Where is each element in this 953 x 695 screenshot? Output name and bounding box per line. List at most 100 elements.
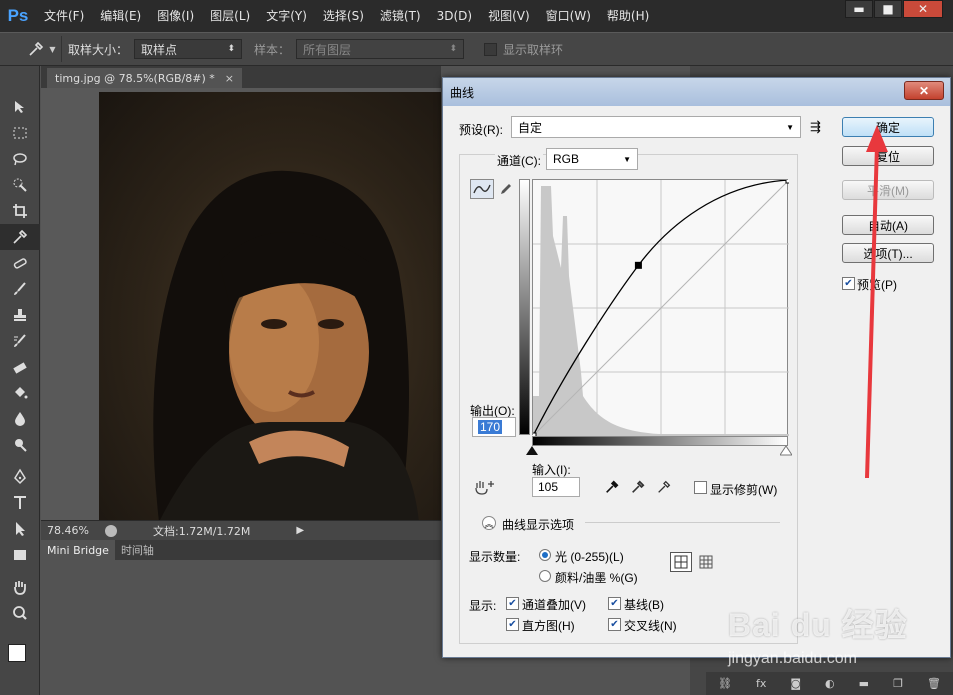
watermark-url: jingyan.baidu.com: [728, 650, 857, 667]
options-button[interactable]: 选项(T)...: [842, 243, 934, 263]
adjustment-icon[interactable]: ◐: [825, 677, 835, 690]
menu-edit[interactable]: 编辑(E): [92, 0, 149, 32]
eraser-tool[interactable]: [0, 354, 40, 380]
ok-button[interactable]: 确定: [842, 117, 934, 137]
input-field[interactable]: 105: [532, 477, 580, 497]
histogram-checkbox[interactable]: ✔: [506, 618, 519, 631]
white-eyedropper-icon[interactable]: [656, 479, 672, 495]
curve-control-point[interactable]: [785, 176, 793, 184]
brush-icon: [14, 282, 26, 295]
menu-help[interactable]: 帮助(H): [599, 0, 657, 32]
healing-icon: [13, 258, 27, 269]
menu-filter[interactable]: 滤镜(T): [372, 0, 429, 32]
tab-timeline[interactable]: 时间轴: [115, 540, 160, 560]
curve-control-point[interactable]: [634, 261, 642, 269]
maximize-button[interactable]: ■: [874, 0, 902, 18]
zoom-tool[interactable]: [0, 600, 40, 626]
on-image-adjust-icon[interactable]: [474, 478, 496, 496]
crop-tool[interactable]: [0, 198, 40, 224]
brush-tool[interactable]: [0, 276, 40, 302]
lasso-tool[interactable]: [0, 146, 40, 172]
marquee-tool[interactable]: [0, 120, 40, 146]
menu-layer[interactable]: 图层(L): [202, 0, 258, 32]
curve-edit-mode-button[interactable]: [470, 179, 494, 199]
reset-button[interactable]: 复位: [842, 146, 934, 166]
blur-tool[interactable]: [0, 406, 40, 432]
stamp-icon: [14, 309, 26, 321]
close-button[interactable]: ✕: [903, 0, 943, 18]
preset-options-icon[interactable]: ⇶: [810, 119, 821, 135]
menu-type[interactable]: 文字(Y): [258, 0, 315, 32]
minimize-button[interactable]: ▬: [845, 0, 873, 18]
path-select-tool[interactable]: [0, 516, 40, 542]
menu-view[interactable]: 视图(V): [480, 0, 538, 32]
collapse-options-icon[interactable]: ︽: [482, 516, 496, 530]
foreground-color-swatch[interactable]: [8, 644, 26, 662]
status-menu-icon[interactable]: [105, 524, 117, 537]
options-divider: [585, 522, 780, 523]
black-eyedropper-icon[interactable]: [604, 479, 620, 495]
trash-icon[interactable]: 🗑: [927, 677, 941, 690]
gray-eyedropper-icon[interactable]: [630, 479, 646, 495]
status-arrow-icon[interactable]: ▶: [296, 525, 304, 536]
auto-button[interactable]: 自动(A): [842, 215, 934, 235]
new-layer-icon[interactable]: ❐: [893, 677, 903, 690]
document-info: 文档:1.72M/1.72M: [153, 524, 251, 538]
healing-tool[interactable]: [0, 250, 40, 276]
dialog-close-button[interactable]: ✕: [904, 81, 944, 100]
show-ring-checkbox[interactable]: [484, 42, 498, 56]
hand-icon: [14, 581, 26, 595]
preset-select[interactable]: 自定 ▼: [511, 116, 801, 138]
pen-tool[interactable]: [0, 464, 40, 490]
pencil-mode-button[interactable]: [497, 179, 515, 199]
intersection-checkbox[interactable]: ✔: [608, 618, 621, 631]
channel-overlay-checkbox[interactable]: ✔: [506, 597, 519, 610]
grid-4x4-button[interactable]: [670, 552, 692, 572]
light-radio[interactable]: [539, 549, 551, 561]
stamp-tool[interactable]: [0, 302, 40, 328]
show-clipping-checkbox[interactable]: [694, 481, 707, 494]
dialog-titlebar[interactable]: 曲线 ✕: [443, 78, 950, 106]
close-tab-icon[interactable]: ×: [225, 72, 234, 85]
baseline-label: 基线(B): [624, 598, 664, 612]
menu-file[interactable]: 文件(F): [36, 0, 92, 32]
smooth-button[interactable]: 平滑(M): [842, 180, 934, 200]
bucket-tool[interactable]: [0, 380, 40, 406]
dodge-tool[interactable]: [0, 432, 40, 458]
menu-select[interactable]: 选择(S): [315, 0, 372, 32]
move-tool[interactable]: [0, 94, 40, 120]
output-field[interactable]: 170: [472, 417, 516, 437]
channel-select[interactable]: RGB ▼: [546, 148, 638, 170]
show-ring-label: 显示取样环: [503, 42, 564, 57]
history-brush-tool[interactable]: [0, 328, 40, 354]
hand-tool[interactable]: [0, 574, 40, 600]
fx-icon[interactable]: fx: [756, 677, 766, 690]
group-icon[interactable]: ▬: [859, 677, 869, 690]
white-point-slider-icon[interactable]: [780, 446, 792, 456]
menu-window[interactable]: 窗口(W): [538, 0, 599, 32]
baseline-checkbox[interactable]: ✔: [608, 597, 621, 610]
black-point-slider-icon[interactable]: [526, 446, 538, 456]
grid-10x10-button[interactable]: [696, 553, 716, 571]
type-tool[interactable]: [0, 490, 40, 516]
pigment-radio[interactable]: [539, 570, 551, 582]
document-tab[interactable]: timg.jpg @ 78.5%(RGB/8#) * ×: [47, 68, 242, 88]
eraser-icon: [13, 362, 27, 374]
lasso-icon: [13, 153, 27, 166]
zoom-level[interactable]: 78.46%: [47, 524, 95, 537]
quick-select-tool[interactable]: [0, 172, 40, 198]
tool-preset-picker[interactable]: ▼: [22, 36, 62, 62]
light-radio-label: 光 (0-255)(L): [555, 550, 624, 564]
preview-checkbox[interactable]: ✔: [842, 277, 855, 290]
sample-select[interactable]: 所有图层 ⬍: [296, 39, 465, 59]
eyedropper-tool[interactable]: [0, 224, 40, 250]
shape-tool[interactable]: [0, 542, 40, 568]
mask-icon[interactable]: ◙: [790, 677, 801, 690]
curves-graph[interactable]: [529, 176, 793, 440]
tab-mini-bridge[interactable]: Mini Bridge: [41, 540, 115, 560]
sample-size-select[interactable]: 取样点 ⬍: [134, 39, 243, 59]
menu-image[interactable]: 图像(I): [149, 0, 202, 32]
document-canvas[interactable]: [41, 88, 441, 520]
link-layers-icon[interactable]: ⛓: [718, 677, 732, 690]
menu-3d[interactable]: 3D(D): [429, 0, 480, 32]
